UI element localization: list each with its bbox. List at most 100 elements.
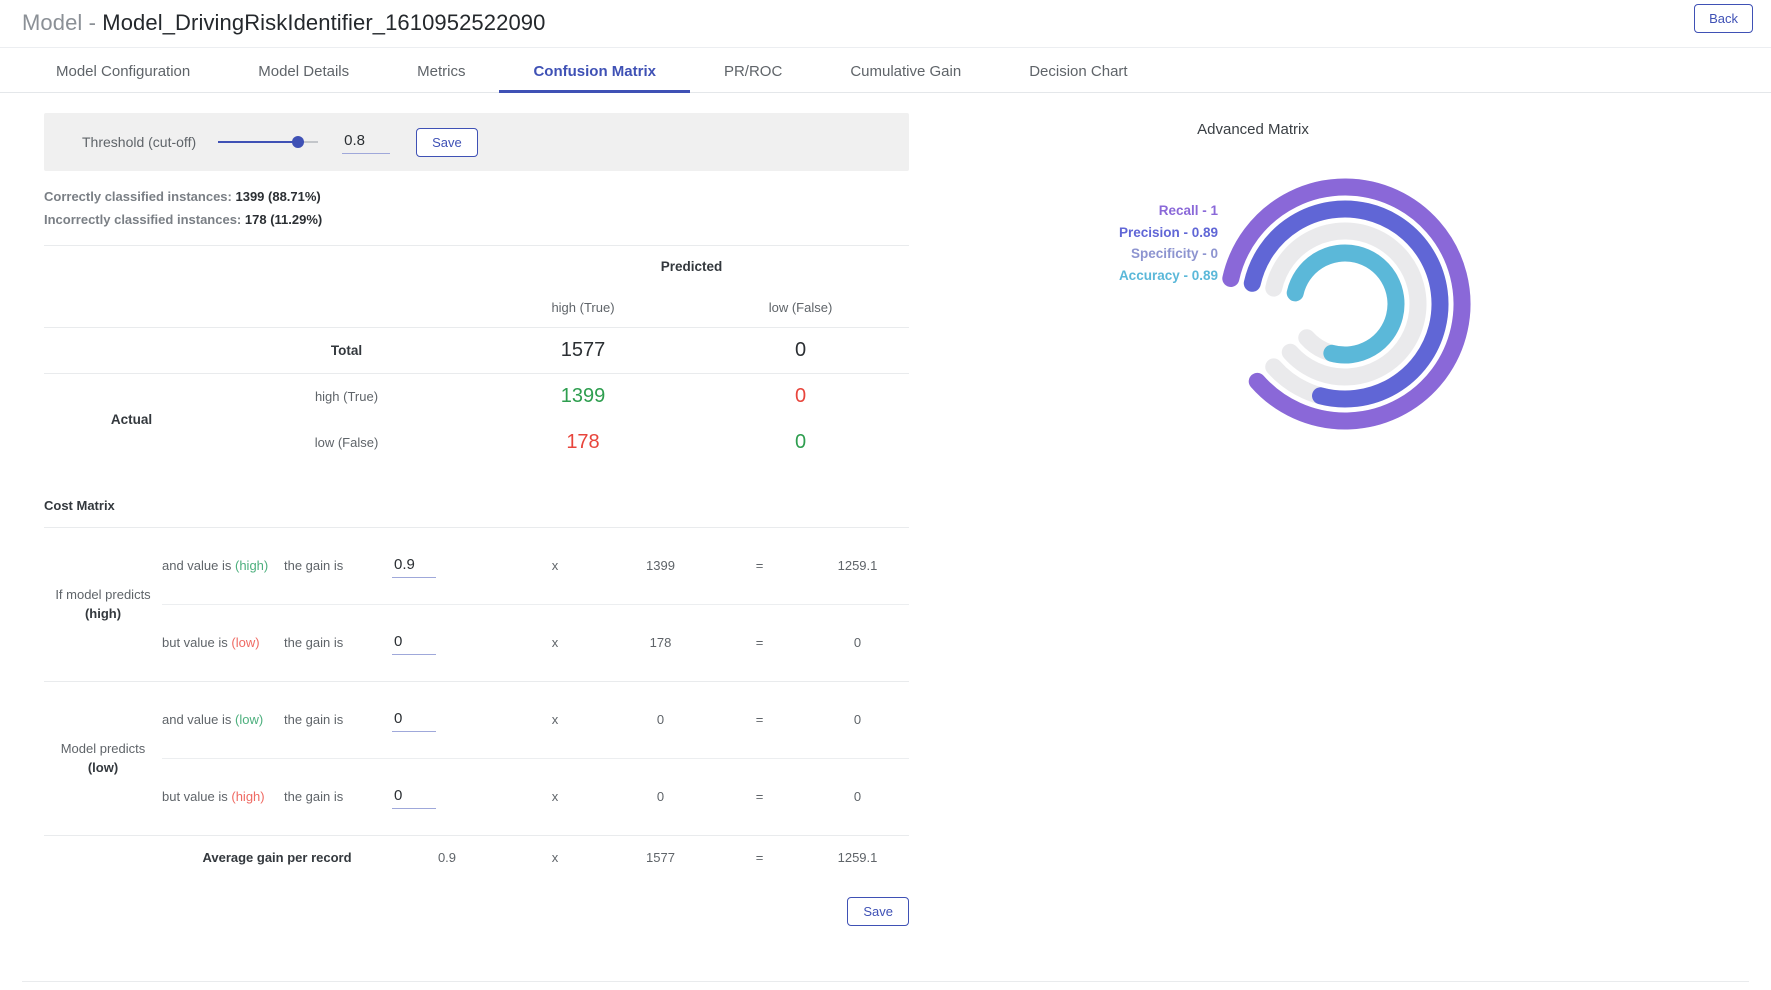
page-title-separator: - bbox=[82, 10, 103, 35]
cm-cell-true-negative: 0 bbox=[794, 431, 807, 453]
cost-condition-4-prefix: but value is bbox=[162, 789, 232, 804]
cost-condition-4-value: (high) bbox=[231, 789, 265, 804]
cost-average-multiply-op: x bbox=[502, 834, 608, 879]
cost-row-predict-low-value-low: Model predicts (low) and value is (low) … bbox=[44, 680, 909, 835]
cm-predicted-header: Predicted bbox=[660, 259, 723, 275]
cost-result-4: 0 bbox=[806, 757, 909, 835]
cost-condition-3-value: (low) bbox=[235, 712, 264, 727]
cm-total-label: Total bbox=[330, 343, 363, 358]
page-title-prefix: Model bbox=[22, 10, 83, 35]
cost-multiply-op-3: x bbox=[502, 680, 608, 758]
tab-model-details[interactable]: Model Details bbox=[224, 63, 383, 92]
tab-decision-chart[interactable]: Decision Chart bbox=[995, 63, 1161, 92]
threshold-slider[interactable] bbox=[218, 135, 319, 149]
cm-total-high: 1577 bbox=[560, 339, 606, 361]
cost-gain-input-cell-2 bbox=[392, 603, 502, 681]
threshold-save-button[interactable]: Save bbox=[416, 127, 478, 157]
cost-gain-label-3: the gain is bbox=[284, 680, 392, 758]
incorrectly-classified-label: Incorrectly classified instances: bbox=[44, 212, 242, 227]
cost-group-label-low-line2: (low) bbox=[87, 760, 119, 775]
left-panel: Threshold (cut-off) Save Correctly class… bbox=[0, 113, 1000, 926]
cost-gain-label-1: the gain is bbox=[284, 526, 392, 604]
cost-gain-input-4[interactable] bbox=[392, 784, 436, 809]
cost-matrix-save-button[interactable]: Save bbox=[847, 897, 909, 926]
classification-stats: Correctly classified instances: 1399 (88… bbox=[44, 189, 1000, 227]
threshold-panel: Threshold (cut-off) Save bbox=[44, 113, 909, 171]
cm-total-row: Total 1577 0 bbox=[44, 327, 909, 374]
cost-gain-input-3[interactable] bbox=[392, 707, 436, 732]
page-title-model-name: Model_DrivingRiskIdentifier_161095252209… bbox=[102, 10, 546, 35]
cm-col-header-high: high (True) bbox=[551, 299, 615, 315]
tab-cumulative-gain[interactable]: Cumulative Gain bbox=[816, 63, 995, 92]
cost-condition-3: and value is (low) bbox=[162, 680, 284, 758]
cost-gain-label-4: the gain is bbox=[284, 757, 392, 835]
cost-condition-3-prefix: and value is bbox=[162, 712, 235, 727]
cm-cell-true-positive: 1399 bbox=[560, 385, 606, 408]
cost-gain-input-1[interactable] bbox=[392, 553, 436, 578]
back-button[interactable]: Back bbox=[1694, 4, 1753, 33]
cost-average-count: 1577 bbox=[608, 834, 713, 879]
advanced-matrix-panel: Advanced Matrix Recall - 1 Precision - 0… bbox=[1060, 113, 1620, 456]
legend-item-precision: Precision - 0.89 bbox=[1118, 224, 1218, 240]
cost-group-label-high-line2: (high) bbox=[84, 606, 122, 621]
cost-group-label-low: Model predicts (low) bbox=[44, 680, 162, 835]
cost-multiply-op-1: x bbox=[502, 526, 608, 604]
confusion-matrix-page: Model - Model_DrivingRiskIdentifier_1610… bbox=[0, 0, 1771, 990]
page-body: Threshold (cut-off) Save Correctly class… bbox=[0, 93, 1771, 926]
cm-cell-false-negative: 0 bbox=[794, 385, 807, 408]
cost-condition-4: but value is (high) bbox=[162, 757, 284, 835]
cost-count-3: 0 bbox=[608, 680, 713, 758]
legend-item-specificity: Specificity - 0 bbox=[1130, 246, 1218, 261]
cost-gain-input-cell-4 bbox=[392, 757, 502, 835]
cost-average-equals-op: = bbox=[713, 834, 806, 879]
cost-condition-2-value: (low) bbox=[231, 635, 260, 650]
incorrectly-classified-line: Incorrectly classified instances: 178 (1… bbox=[44, 212, 1000, 227]
legend-item-accuracy: Accuracy - 0.89 bbox=[1118, 267, 1218, 283]
tab-metrics[interactable]: Metrics bbox=[383, 63, 499, 92]
advanced-matrix-legend: Recall - 1 Precision - 0.89 Specificity … bbox=[1060, 200, 1218, 286]
correctly-classified-line: Correctly classified instances: 1399 (88… bbox=[44, 189, 1000, 204]
cm-cell-false-positive: 178 bbox=[566, 431, 600, 453]
radial-gauge-icon bbox=[1222, 178, 1471, 430]
cost-group-label-low-line1: Model predicts bbox=[60, 740, 146, 756]
cm-col-header-low: low (False) bbox=[768, 299, 833, 315]
cost-count-1: 1399 bbox=[608, 526, 713, 604]
cost-group-label-high-line1: If model predicts bbox=[55, 586, 151, 602]
correctly-classified-label: Correctly classified instances: bbox=[44, 189, 232, 204]
cost-condition-1-prefix: and value is bbox=[162, 558, 235, 573]
cost-row-predict-high-value-high: If model predicts (high) and value is (h… bbox=[44, 526, 909, 681]
page-title: Model - Model_DrivingRiskIdentifier_1610… bbox=[22, 10, 1771, 36]
tab-bar: Model Configuration Model Details Metric… bbox=[0, 48, 1771, 93]
slider-knob[interactable] bbox=[292, 136, 305, 148]
cost-result-1: 1259.1 bbox=[806, 526, 909, 604]
cm-actual-header: Actual bbox=[110, 412, 153, 428]
page-bottom-divider bbox=[22, 981, 1749, 982]
cost-gain-input-2[interactable] bbox=[392, 630, 436, 655]
correctly-classified-value: 1399 (88.71%) bbox=[235, 189, 321, 204]
cost-equals-op-4: = bbox=[713, 757, 806, 835]
cost-group-label-high: If model predicts (high) bbox=[44, 526, 162, 681]
cost-matrix-footer: Save bbox=[44, 897, 909, 926]
cm-row-label-low: low (False) bbox=[314, 435, 379, 450]
cm-column-header-row: high (True) low (False) bbox=[44, 288, 909, 328]
cm-row-label-high: high (True) bbox=[314, 389, 379, 405]
cost-result-3: 0 bbox=[806, 680, 909, 758]
tab-model-configuration[interactable]: Model Configuration bbox=[22, 63, 224, 92]
advanced-matrix-title: Advanced Matrix bbox=[1197, 121, 1309, 138]
tab-pr-roc[interactable]: PR/ROC bbox=[690, 63, 816, 92]
cm-total-low: 0 bbox=[794, 339, 807, 361]
cost-count-4: 0 bbox=[608, 757, 713, 835]
cost-row-predict-high-value-low: but value is (low) the gain is x 178 = 0 bbox=[44, 603, 909, 681]
tab-confusion-matrix[interactable]: Confusion Matrix bbox=[499, 63, 690, 93]
threshold-label: Threshold (cut-off) bbox=[82, 134, 197, 150]
cost-equals-op-1: = bbox=[713, 526, 806, 604]
cost-count-2: 178 bbox=[608, 603, 713, 681]
threshold-input[interactable] bbox=[342, 130, 391, 154]
advanced-matrix-chart: Recall - 1 Precision - 0.89 Specificity … bbox=[1060, 156, 1580, 456]
cost-average-gain: 0.9 bbox=[392, 834, 502, 879]
confusion-matrix-table: Predicted high (True) low (False) Total … bbox=[44, 245, 909, 466]
cost-average-label: Average gain per record bbox=[162, 834, 392, 879]
cost-gain-label-2: the gain is bbox=[284, 603, 392, 681]
cost-multiply-op-2: x bbox=[502, 603, 608, 681]
cost-matrix-table: If model predicts (high) and value is (h… bbox=[44, 526, 909, 879]
